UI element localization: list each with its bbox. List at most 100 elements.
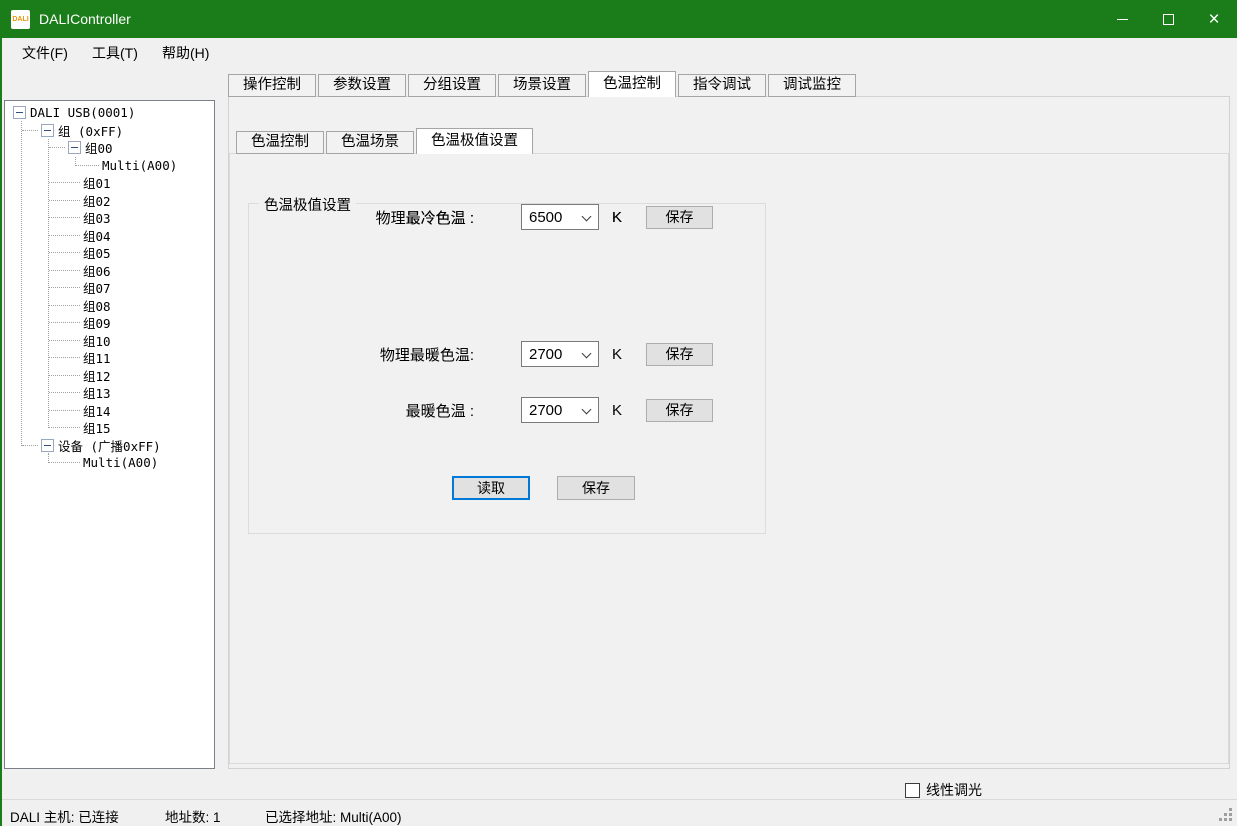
tree-connector-stub xyxy=(49,305,80,306)
row-save-button[interactable]: 保存 xyxy=(646,206,713,229)
tree-item[interactable]: 组 (0xFF) xyxy=(5,122,214,140)
main-tab[interactable]: 指令调试 xyxy=(678,74,766,97)
tree-item[interactable]: Multi(A00) xyxy=(5,454,214,472)
tree-item[interactable]: 组11 xyxy=(5,349,214,367)
tree-connector-stub xyxy=(49,217,80,218)
menu-item[interactable]: 工具(T) xyxy=(92,39,144,67)
combobox-value: 2700 xyxy=(529,346,562,363)
tab-label: 参数设置 xyxy=(333,77,391,93)
unit-label: K xyxy=(612,402,622,419)
main-tab-strip: 操作控制 参数设置 分组设置 场景设置 色温控制 指令调试 调试监控 xyxy=(228,74,858,97)
tree-connector-stub xyxy=(22,130,38,131)
tab-label: 分组设置 xyxy=(423,77,481,93)
sub-tab-strip: 色温控制 色温场景 色温极值设置 xyxy=(236,131,535,154)
tree-connector-stub xyxy=(49,375,80,376)
menu-item-label: 帮助(H) xyxy=(162,45,209,61)
minimize-button[interactable] xyxy=(1099,0,1145,38)
window-frame-edge xyxy=(0,38,2,826)
tree-connector-stub xyxy=(49,235,80,236)
form-actions: 读取 保存 xyxy=(452,476,635,500)
tree-item[interactable]: 组12 xyxy=(5,367,214,385)
tree-item[interactable]: 组02 xyxy=(5,192,214,210)
read-button[interactable]: 读取 xyxy=(452,476,530,500)
field-label: 最暖色温 : xyxy=(249,400,474,421)
tree-connector-stub xyxy=(49,252,80,253)
row-save-button[interactable]: 保存 xyxy=(646,343,713,366)
tree-item-label: 组02 xyxy=(83,191,111,210)
chevron-down-icon[interactable] xyxy=(582,405,592,415)
menu-bar: 文件(F) 工具(T) 帮助(H) xyxy=(2,38,1237,68)
main-tab[interactable]: 参数设置 xyxy=(318,74,406,97)
app-icon: DALI xyxy=(11,10,30,29)
tree-item-label: 设备 (广播0xFF) xyxy=(58,436,161,455)
color-temp-combobox[interactable]: 6500 xyxy=(521,204,599,230)
combobox-value: 2700 xyxy=(529,402,562,419)
menu-item[interactable]: 帮助(H) xyxy=(162,39,214,67)
menu-item[interactable]: 文件(F) xyxy=(22,39,74,67)
form-row: 最暖色温 : 2700 K 保存 xyxy=(249,397,713,423)
main-tab[interactable]: 色温控制 xyxy=(588,71,676,97)
tree-item-label: 组13 xyxy=(83,383,111,402)
main-tab[interactable]: 场景设置 xyxy=(498,74,586,97)
tree-expand-icon[interactable] xyxy=(41,124,54,137)
tree-item[interactable]: 组07 xyxy=(5,279,214,297)
tree-item[interactable]: 组09 xyxy=(5,314,214,332)
linear-dimming-checkbox[interactable] xyxy=(905,783,920,798)
tree-connector-stub xyxy=(49,410,80,411)
tree-item-label: 组04 xyxy=(83,226,111,245)
tree-item[interactable]: 组14 xyxy=(5,402,214,420)
tree-item-label: 组00 xyxy=(85,138,113,157)
save-button[interactable]: 保存 xyxy=(557,476,635,500)
color-temp-combobox[interactable]: 2700 xyxy=(521,341,599,367)
main-tab[interactable]: 调试监控 xyxy=(768,74,856,97)
tree-item[interactable]: 组06 xyxy=(5,262,214,280)
form-row: 物理最暖色温: 2700 K 保存 xyxy=(249,341,713,367)
row-save-button[interactable]: 保存 xyxy=(646,399,713,422)
maximize-button[interactable] xyxy=(1145,0,1191,38)
close-button[interactable]: × xyxy=(1191,0,1237,38)
tab-label: 调试监控 xyxy=(783,77,841,93)
tree-connector-stub xyxy=(49,287,80,288)
unit-label: K xyxy=(612,209,622,226)
tree-expand-icon[interactable] xyxy=(13,106,26,119)
color-temp-combobox[interactable]: 2700 xyxy=(521,397,599,423)
resize-grip-icon[interactable] xyxy=(1219,808,1233,822)
tab-label: 色温场景 xyxy=(341,134,399,150)
tree-connector-stub xyxy=(49,427,80,428)
tab-label: 操作控制 xyxy=(243,77,301,93)
main-tab[interactable]: 分组设置 xyxy=(408,74,496,97)
tree-item[interactable]: 组01 xyxy=(5,174,214,192)
tree-item[interactable]: 设备 (广播0xFF) xyxy=(5,437,214,455)
sub-tab[interactable]: 色温场景 xyxy=(326,131,414,154)
color-temp-extremes-groupbox: 色温极值设置 读取 保存 物理最暖色温: 2700 K 保存 最暖色温 : 27… xyxy=(248,203,766,534)
maximize-icon xyxy=(1163,14,1174,25)
tree-item[interactable]: 组15 xyxy=(5,419,214,437)
tree-item[interactable]: 组05 xyxy=(5,244,214,262)
title-bar: DALI DALIController × xyxy=(0,0,1237,38)
main-tab[interactable]: 操作控制 xyxy=(228,74,316,97)
tree-connector-stub xyxy=(76,165,99,166)
tree-item-label: 组10 xyxy=(83,331,111,350)
tab-label: 色温控制 xyxy=(603,76,661,92)
tree-item-label: 组07 xyxy=(83,278,111,297)
tree-item[interactable]: 组04 xyxy=(5,227,214,245)
tree-item[interactable]: 组08 xyxy=(5,297,214,315)
tree-item-label: Multi(A00) xyxy=(102,158,177,173)
status-bar: DALI 主机: 已连接 地址数: 1 已选择地址: Multi(A00) xyxy=(0,799,1237,826)
tree-item[interactable]: 组03 xyxy=(5,209,214,227)
tree-item[interactable]: 组13 xyxy=(5,384,214,402)
tree-item-label: 组12 xyxy=(83,366,111,385)
tree-item[interactable]: 组00 xyxy=(5,139,214,157)
sub-tab[interactable]: 色温控制 xyxy=(236,131,324,154)
chevron-down-icon[interactable] xyxy=(582,212,592,222)
tree-expand-icon[interactable] xyxy=(68,141,81,154)
chevron-down-icon[interactable] xyxy=(582,349,592,359)
sub-tab[interactable]: 色温极值设置 xyxy=(416,128,533,154)
tree-item-label: 组08 xyxy=(83,296,111,315)
tree-connector-stub xyxy=(22,445,38,446)
tree-item[interactable]: DALI USB(0001) xyxy=(5,104,214,122)
linear-dimming-checkbox-wrap[interactable]: 线性调光 xyxy=(905,780,982,800)
tree-expand-icon[interactable] xyxy=(41,439,54,452)
tree-item[interactable]: Multi(A00) xyxy=(5,157,214,175)
tree-item[interactable]: 组10 xyxy=(5,332,214,350)
